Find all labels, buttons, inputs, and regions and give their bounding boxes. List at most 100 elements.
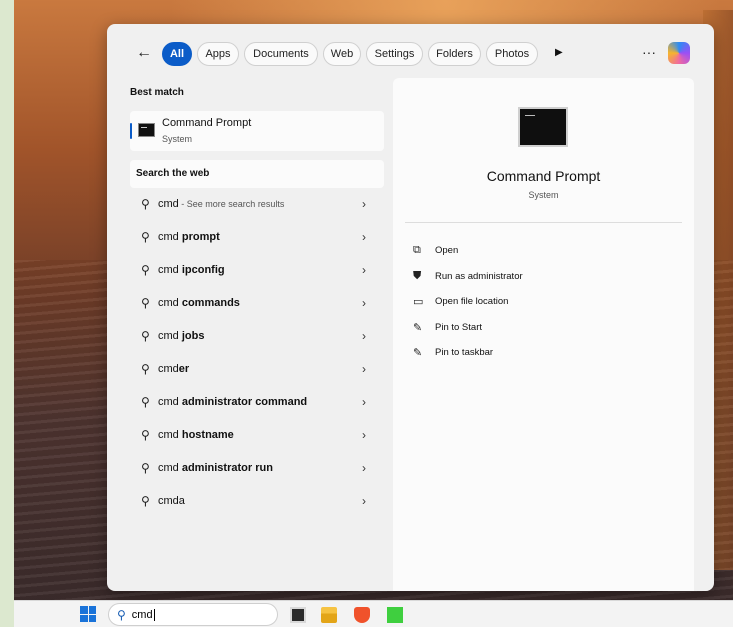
web-result-query: cmd	[158, 198, 179, 210]
action-pin-to-start[interactable]: ✎ Pin to Start	[413, 315, 523, 341]
chevron-right-icon: ›	[362, 494, 366, 508]
detail-title: Command Prompt	[486, 168, 601, 184]
action-run-as-admin[interactable]: ⛊ Run as administrator	[413, 264, 523, 290]
folder-icon: ▭	[413, 296, 424, 309]
web-result-completion: ipconfig	[181, 264, 225, 276]
web-result-completion: prompt	[181, 231, 220, 243]
brave-browser-icon[interactable]	[354, 607, 370, 623]
detail-subtitle: System	[528, 190, 559, 200]
search-icon: ⚲	[141, 428, 150, 442]
web-result-completion: commands	[181, 297, 240, 309]
web-result-item[interactable]: ⚲ cmder ›	[130, 353, 384, 386]
web-result-query: cmd	[158, 462, 182, 474]
search-icon: ⚲	[141, 461, 150, 475]
arrow-left-icon[interactable]: ←	[136, 44, 152, 62]
command-prompt-icon	[138, 123, 155, 137]
action-open-file-location[interactable]: ▭ Open file location	[413, 289, 523, 315]
search-web-heading: Search the web	[130, 160, 384, 188]
action-label: Run as administrator	[435, 270, 523, 282]
more-options-icon[interactable]: ···	[642, 44, 656, 60]
search-icon: ⚲	[141, 395, 150, 409]
search-icon: ⚲	[141, 362, 150, 376]
chevron-right-icon: ›	[362, 263, 366, 277]
pin-icon: ✎	[413, 347, 423, 360]
search-query-text: cmd	[131, 608, 153, 621]
web-result-completion: administrator command	[181, 396, 308, 408]
web-result-query: cmd	[158, 231, 182, 243]
web-result-item[interactable]: ⚲ cmd commands ›	[130, 287, 384, 320]
web-result-item[interactable]: ⚲ cmd administrator run ›	[130, 452, 384, 485]
web-result-query: cmd	[158, 330, 182, 342]
search-icon: ⚲	[141, 230, 150, 244]
app-green-icon[interactable]	[387, 607, 403, 623]
taskbar: ⚲ cmd	[14, 600, 733, 627]
action-label: Open	[435, 245, 459, 257]
web-results-list: ⚲ cmd - See more search results › ⚲ cmd …	[130, 188, 384, 518]
web-result-hint: - See more search results	[178, 199, 285, 209]
web-result-completion: hostname	[181, 429, 234, 441]
chevron-right-icon: ›	[362, 197, 366, 211]
search-icon: ⚲	[141, 296, 150, 310]
best-match-heading: Best match	[130, 87, 184, 98]
web-result-completion: jobs	[181, 330, 205, 342]
file-explorer-icon[interactable]	[321, 607, 337, 623]
web-result-query: cmda	[158, 495, 185, 507]
search-panel: ← All Apps Documents Web Settings Folder…	[107, 24, 714, 591]
chevron-right-icon: ›	[362, 329, 366, 343]
tab-web[interactable]: Web	[323, 42, 361, 66]
search-icon: ⚲	[141, 329, 150, 343]
web-result-item[interactable]: ⚲ cmd prompt ›	[130, 221, 384, 254]
tab-folders[interactable]: Folders	[428, 42, 481, 66]
web-result-query: cmd	[158, 396, 182, 408]
search-icon: ⚲	[141, 494, 150, 508]
web-result-item[interactable]: ⚲ cmd administrator command ›	[130, 386, 384, 419]
web-result-item[interactable]: ⚲ cmd jobs ›	[130, 320, 384, 353]
taskbar-search-input[interactable]: ⚲ cmd	[108, 603, 278, 626]
action-pin-to-taskbar[interactable]: ✎ Pin to taskbar	[413, 340, 523, 366]
action-label: Pin to taskbar	[435, 347, 494, 359]
shield-admin-icon: ⛊	[413, 269, 422, 282]
chevron-right-icon: ›	[362, 230, 366, 244]
text-caret	[153, 608, 155, 621]
tab-apps[interactable]: Apps	[197, 42, 239, 66]
tab-photos[interactable]: Photos	[486, 42, 538, 66]
action-label: Pin to Start	[435, 321, 482, 333]
best-match-title: Command Prompt	[162, 117, 252, 129]
web-result-item[interactable]: ⚲ cmd ipconfig ›	[130, 254, 384, 287]
copilot-icon[interactable]	[668, 42, 690, 64]
open-external-icon: ⧉	[413, 244, 421, 257]
tab-settings[interactable]: Settings	[366, 42, 423, 66]
filter-bar: ← All Apps Documents Web Settings Folder…	[107, 42, 714, 68]
tab-all[interactable]: All	[162, 42, 192, 66]
web-result-item[interactable]: ⚲ cmda ›	[130, 485, 384, 518]
chevron-right-icon: ›	[362, 296, 366, 310]
windows-start-icon[interactable]	[80, 606, 96, 622]
pin-icon: ✎	[413, 321, 423, 334]
action-label: Open file location	[435, 296, 509, 308]
chevron-right-icon: ›	[362, 461, 366, 475]
best-match-subtitle: System	[162, 134, 193, 144]
web-result-query: cmd	[158, 297, 182, 309]
web-result-query: cmd	[158, 429, 182, 441]
best-match-result[interactable]: Command Prompt System	[130, 111, 384, 151]
chevron-right-icon: ›	[362, 395, 366, 409]
action-open[interactable]: ⧉ Open	[413, 238, 523, 264]
web-result-item[interactable]: ⚲ cmd - See more search results ›	[130, 188, 384, 221]
web-result-query: cmd	[158, 363, 179, 375]
chevron-right-icon: ›	[362, 428, 366, 442]
web-result-item[interactable]: ⚲ cmd hostname ›	[130, 419, 384, 452]
play-icon[interactable]: ▶	[555, 47, 563, 58]
tab-documents[interactable]: Documents	[244, 42, 318, 66]
results-column: Best match Command Prompt System Search …	[130, 84, 384, 518]
search-icon: ⚲	[141, 263, 150, 277]
web-result-completion: administrator run	[181, 462, 273, 474]
task-view-icon[interactable]	[290, 607, 306, 623]
search-icon: ⚲	[141, 197, 150, 211]
action-list: ⧉ Open ⛊ Run as administrator ▭ Open fil…	[413, 238, 523, 366]
search-icon: ⚲	[117, 607, 126, 622]
web-result-query: cmd	[158, 264, 182, 276]
chevron-right-icon: ›	[362, 362, 366, 376]
detail-pane: Command Prompt System ⧉ Open ⛊ Run as ad…	[393, 78, 694, 591]
divider	[405, 222, 682, 223]
command-prompt-icon	[518, 107, 568, 147]
